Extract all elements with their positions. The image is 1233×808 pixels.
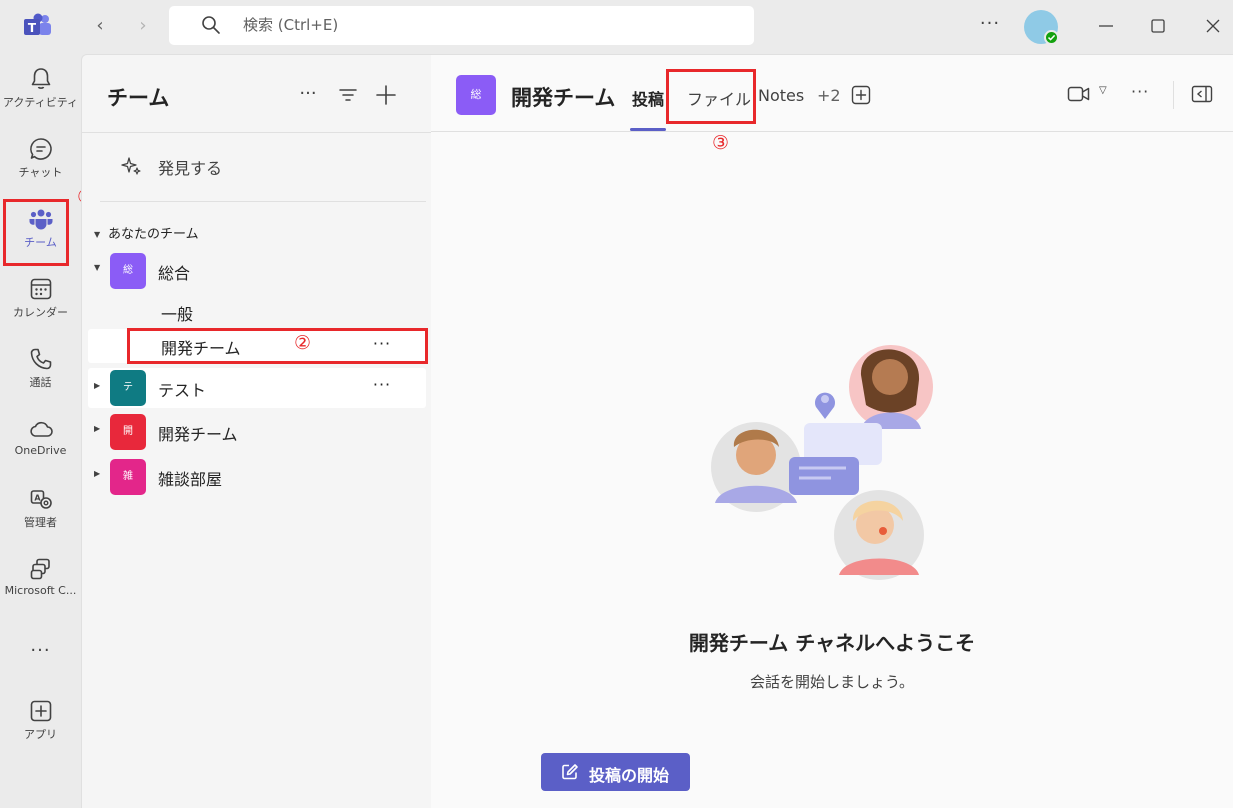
- team-name: テスト: [158, 381, 207, 400]
- rail-item-chat[interactable]: チャット: [0, 136, 81, 200]
- divider: [1173, 81, 1174, 109]
- panel-more-button[interactable]: ···: [296, 83, 320, 107]
- chevron-down-icon[interactable]: ▽: [1099, 85, 1107, 96]
- phone-icon: [30, 348, 51, 370]
- panel-title: チーム: [107, 86, 170, 110]
- svg-text:A: A: [34, 494, 41, 503]
- team-avatar: テ: [110, 370, 146, 406]
- discover-label: 発見する: [158, 159, 223, 178]
- maximize-icon[interactable]: [1146, 14, 1170, 38]
- teams-logo-icon: T: [24, 13, 51, 35]
- active-tab-indicator: [630, 128, 666, 131]
- welcome-subtitle: 会話を開始しましょう。: [749, 673, 915, 691]
- caret-down-icon: ▼: [94, 263, 101, 272]
- channel-main: 総 開発チーム 投稿 ファイル Notes +2 ▽ ··· ③ 開発チーム チ…: [431, 54, 1233, 808]
- team-row[interactable]: ▶ 開 開発チーム: [88, 413, 426, 451]
- tab-notes[interactable]: Notes: [758, 86, 804, 105]
- rail-label: チャット: [18, 166, 63, 179]
- start-post-button[interactable]: 投稿の開始: [541, 753, 690, 791]
- section-label: あなたのチーム: [108, 227, 199, 242]
- section-your-teams[interactable]: ▼ あなたのチーム: [94, 223, 199, 242]
- welcome-illustration: [711, 345, 933, 580]
- team-avatar: 総: [110, 253, 146, 289]
- copilot-icon: [30, 558, 50, 580]
- channel-name: 一般: [161, 305, 194, 324]
- welcome-title: 開発チーム チャネルへようこそ: [688, 631, 976, 655]
- channel-title: 開発チーム: [511, 86, 616, 110]
- close-icon[interactable]: [1201, 14, 1225, 38]
- rail-item-onedrive[interactable]: OneDrive: [0, 416, 81, 480]
- chat-icon: [29, 138, 52, 160]
- back-arrow-icon[interactable]: ‹: [88, 14, 112, 38]
- annotation-three: ③: [712, 132, 730, 154]
- tab-more[interactable]: +2: [817, 86, 841, 105]
- team-row[interactable]: ▼ 総 総合: [88, 252, 426, 290]
- divider: [82, 132, 432, 133]
- team-more-button[interactable]: ···: [370, 376, 394, 394]
- admin-icon: A: [30, 490, 52, 509]
- search-icon: [202, 16, 220, 34]
- rail-label: Microsoft C...: [4, 584, 77, 597]
- rail-item-apps[interactable]: アプリ: [0, 698, 81, 762]
- rail-item-calls[interactable]: 通話: [0, 346, 81, 410]
- settings-more-icon[interactable]: ···: [978, 14, 1002, 38]
- rail-label: 管理者: [24, 516, 57, 529]
- rail-label: アクティビティ: [2, 96, 79, 109]
- rail-label: カレンダー: [13, 306, 68, 319]
- highlight-box-channel: [127, 328, 428, 364]
- presence-available-icon: [1044, 30, 1059, 45]
- svg-text:T: T: [28, 21, 37, 35]
- channel-row[interactable]: 一般: [88, 295, 426, 329]
- header-more-button[interactable]: ···: [1131, 82, 1149, 101]
- app-rail: アクティビティ チャット チーム カレンダー 通話 OneDrive A 管理者…: [0, 54, 81, 808]
- calendar-icon: [30, 278, 51, 300]
- forward-arrow-icon[interactable]: ›: [131, 14, 155, 38]
- rail-label: 通話: [29, 376, 52, 389]
- team-name: 総合: [158, 264, 191, 283]
- highlight-box-files-tab: [666, 69, 756, 124]
- cloud-icon: [29, 421, 53, 437]
- rail-item-activity[interactable]: アクティビティ: [0, 66, 81, 130]
- team-avatar: 開: [110, 414, 146, 450]
- annotation-two: ②: [294, 332, 312, 354]
- sparkle-icon: [121, 157, 141, 175]
- team-name: 雑談部屋: [158, 470, 223, 489]
- team-row[interactable]: ▶ テ テスト ···: [88, 368, 426, 408]
- rail-label: アプリ: [24, 728, 57, 741]
- rail-item-calendar[interactable]: カレンダー: [0, 276, 81, 340]
- title-bar: T ‹ › ···: [0, 0, 1233, 54]
- start-post-label: 投稿の開始: [589, 766, 670, 785]
- team-avatar: 総: [456, 75, 496, 115]
- team-avatar: 雑: [110, 459, 146, 495]
- highlight-box-teams: [3, 199, 69, 266]
- rail-item-admin[interactable]: A 管理者: [0, 486, 81, 550]
- search-input[interactable]: [243, 13, 723, 37]
- rail-more-apps[interactable]: ···: [0, 638, 81, 668]
- more-apps-icon: ···: [30, 640, 51, 661]
- add-apps-icon: [30, 700, 51, 722]
- team-name: 開発チーム: [158, 425, 238, 444]
- video-call-icon[interactable]: [1067, 84, 1091, 104]
- teams-panel: チーム ··· 発見する ▼ あなたのチーム ▼ 総 総合 一般 開発チーム ··…: [81, 54, 432, 808]
- rail-item-copilot[interactable]: Microsoft C...: [0, 556, 81, 620]
- tab-posts[interactable]: 投稿: [632, 86, 664, 110]
- divider: [100, 201, 426, 202]
- add-icon[interactable]: [374, 83, 398, 107]
- compose-icon: [562, 764, 578, 780]
- caret-right-icon: ▶: [94, 381, 101, 390]
- caret-right-icon: ▶: [94, 469, 101, 478]
- channel-header: 総 開発チーム 投稿 ファイル Notes +2 ▽ ···: [431, 55, 1233, 132]
- side-panel-icon[interactable]: [1191, 84, 1213, 104]
- team-row[interactable]: ▶ 雑 雑談部屋: [88, 458, 426, 496]
- search-box[interactable]: [169, 6, 754, 45]
- rail-label: OneDrive: [14, 444, 67, 457]
- caret-down-icon: ▼: [94, 230, 101, 239]
- bell-icon: [31, 68, 50, 89]
- minimize-icon[interactable]: [1094, 14, 1118, 38]
- caret-right-icon: ▶: [94, 424, 101, 433]
- filter-icon[interactable]: [336, 83, 360, 107]
- add-tab-icon[interactable]: [851, 85, 871, 105]
